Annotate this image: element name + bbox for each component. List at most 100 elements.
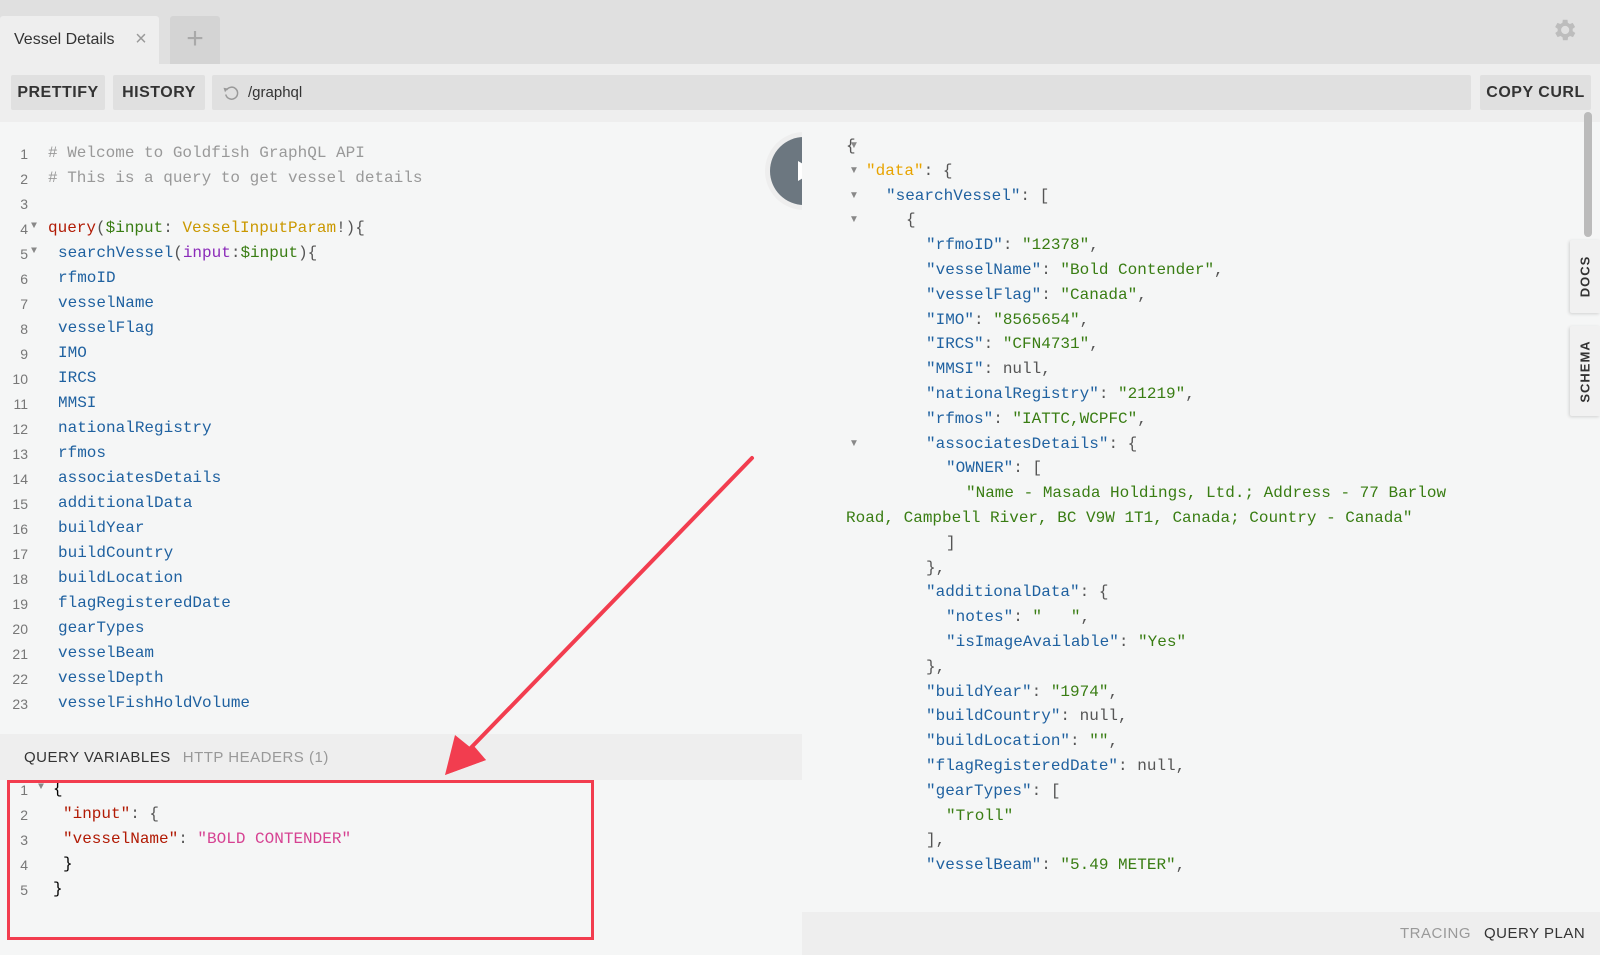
query-field: vesselFlag <box>58 319 155 337</box>
search-vessel-call: searchVessel(input:$input){ <box>58 244 318 262</box>
editor-line: 5 ▼ searchVessel(input:$input){ <box>0 244 800 269</box>
line-number: 21 <box>12 646 28 662</box>
gear-icon[interactable] <box>1550 16 1578 44</box>
query-plan-tab[interactable]: QUERY PLAN <box>1484 925 1585 942</box>
fold-arrow-icon[interactable]: ▼ <box>849 190 859 201</box>
json-key: "vesselBeam" <box>926 856 1042 875</box>
json-key: "IRCS" <box>926 335 984 354</box>
line-number: 3 <box>20 196 28 212</box>
url-bar[interactable]: /graphql <box>212 75 1471 110</box>
tab-vessel-details[interactable]: Vessel Details × <box>0 16 159 64</box>
editor-line: 23 vesselFishHoldVolume <box>0 694 800 719</box>
type-name: VesselInputParam <box>182 219 337 237</box>
json-value: Road, Campbell River, BC V9W 1T1, Canada… <box>846 509 1413 527</box>
url-input[interactable]: /graphql <box>248 84 302 101</box>
variable: $input <box>240 244 299 262</box>
keyword: query <box>48 219 97 237</box>
json-key: "IMO" <box>926 310 975 329</box>
editor-line: 13 rfmos <box>0 444 800 469</box>
json-value: "5.49 METER" <box>1060 856 1176 875</box>
result-line: "vesselFlag": "Canada", <box>926 285 1147 304</box>
query-field: associatesDetails <box>58 469 222 487</box>
line-number: 19 <box>12 596 28 612</box>
json-value: null <box>1079 707 1119 726</box>
query-field: buildCountry <box>58 544 174 562</box>
schema-tab[interactable]: SCHEMA <box>1570 326 1600 416</box>
editor-line: 8 vesselFlag <box>0 319 800 344</box>
json-value: "1974" <box>1050 682 1109 701</box>
json-key: "additionalData" <box>926 583 1080 602</box>
json-key: "associatesDetails" <box>926 434 1109 453</box>
result-line: "notes": " ", <box>946 608 1091 627</box>
json-value: "IATTC,WCPFC" <box>1012 409 1138 428</box>
prettify-button[interactable]: PRETTIFY <box>11 75 105 110</box>
result-line: ], <box>926 831 946 850</box>
json-key: "rfmoID" <box>926 236 1003 255</box>
fold-arrow-icon[interactable]: ▼ <box>31 246 37 257</box>
history-button[interactable]: HISTORY <box>113 75 205 110</box>
punctuation: !){ <box>336 219 365 237</box>
line-number: 1 <box>20 146 28 162</box>
query-field: vesselFishHoldVolume <box>58 694 251 712</box>
result-scrollbar[interactable] <box>1584 112 1592 237</box>
json-value: "21219" <box>1118 385 1186 403</box>
json-value: " " <box>1032 608 1081 627</box>
tab-http-headers[interactable]: HTTP HEADERS (1) <box>183 749 329 766</box>
query-field: flagRegisteredDate <box>58 594 231 612</box>
line-number: 23 <box>12 696 28 712</box>
close-icon[interactable]: × <box>132 29 150 49</box>
toolbar: PRETTIFY HISTORY /graphql COPY CURL <box>0 64 1600 122</box>
editor-line: 1 # Welcome to Goldfish GraphQL API <box>0 144 800 169</box>
line-number: 15 <box>12 496 28 512</box>
json-value: "CFN4731" <box>1002 335 1090 354</box>
json-key: "notes" <box>946 608 1014 627</box>
json-key: "isImageAvailable" <box>946 633 1119 651</box>
result-line: ] <box>946 533 956 552</box>
tab-title: Vessel Details <box>14 31 115 48</box>
result-line: { <box>906 211 916 230</box>
result-line: "nationalRegistry": "21219", <box>926 385 1195 403</box>
result-line: "IMO": "8565654", <box>926 310 1090 329</box>
line-number: 22 <box>12 671 28 687</box>
line-number: 14 <box>12 471 28 487</box>
docs-tab-label: DOCS <box>1577 255 1593 298</box>
editor-line: 3 <box>0 194 800 219</box>
query-field: vesselName <box>58 294 155 312</box>
result-line: "rfmos": "IATTC,WCPFC", <box>926 409 1147 428</box>
result-line: "buildYear": "1974", <box>926 682 1119 701</box>
editor-line: 15 additionalData <box>0 494 800 519</box>
query-field: rfmoID <box>58 269 116 287</box>
result-line: "flagRegisteredDate": null, <box>926 757 1186 775</box>
fold-arrow-icon[interactable]: ▼ <box>849 165 859 176</box>
query-definition: query($input: VesselInputParam!){ <box>48 219 365 237</box>
json-key: "buildLocation" <box>926 732 1071 751</box>
fold-arrow-icon[interactable]: ▼ <box>849 214 859 225</box>
json-value: "" <box>1089 732 1109 751</box>
editor-line: 9 IMO <box>0 344 800 369</box>
fold-arrow-icon[interactable]: ▼ <box>31 221 37 232</box>
json-value: "Yes" <box>1138 633 1187 651</box>
query-field: additionalData <box>58 494 193 512</box>
copy-curl-button[interactable]: COPY CURL <box>1480 75 1591 110</box>
query-field: IMO <box>58 344 87 362</box>
json-value: null <box>1137 757 1176 775</box>
add-tab-button[interactable]: + <box>170 16 220 64</box>
result-line: "isImageAvailable": "Yes" <box>946 633 1187 651</box>
result-line: "MMSI": null, <box>926 360 1051 379</box>
fold-arrow-icon[interactable]: ▼ <box>849 438 859 449</box>
refresh-icon[interactable] <box>222 84 240 102</box>
line-number: 2 <box>20 171 28 187</box>
tab-query-variables[interactable]: QUERY VARIABLES <box>24 749 171 766</box>
query-editor[interactable]: 1 # Welcome to Goldfish GraphQL API 2 # … <box>0 122 802 734</box>
variable: $input <box>105 219 164 237</box>
tracing-tab[interactable]: TRACING <box>1400 925 1471 942</box>
fold-arrow-icon[interactable]: ▼ <box>849 140 859 151</box>
editor-line: 21 vesselBeam <box>0 644 800 669</box>
variables-header: QUERY VARIABLES HTTP HEADERS (1) <box>0 734 802 780</box>
line-number: 10 <box>12 371 28 387</box>
comment-text: # This is a query to get vessel details <box>48 169 423 187</box>
json-value: "Name - Masada Holdings, Ltd.; Address -… <box>966 484 1447 503</box>
result-line: "gearTypes": [ <box>926 781 1061 800</box>
query-field: vesselBeam <box>58 644 155 662</box>
docs-tab[interactable]: DOCS <box>1570 240 1600 313</box>
